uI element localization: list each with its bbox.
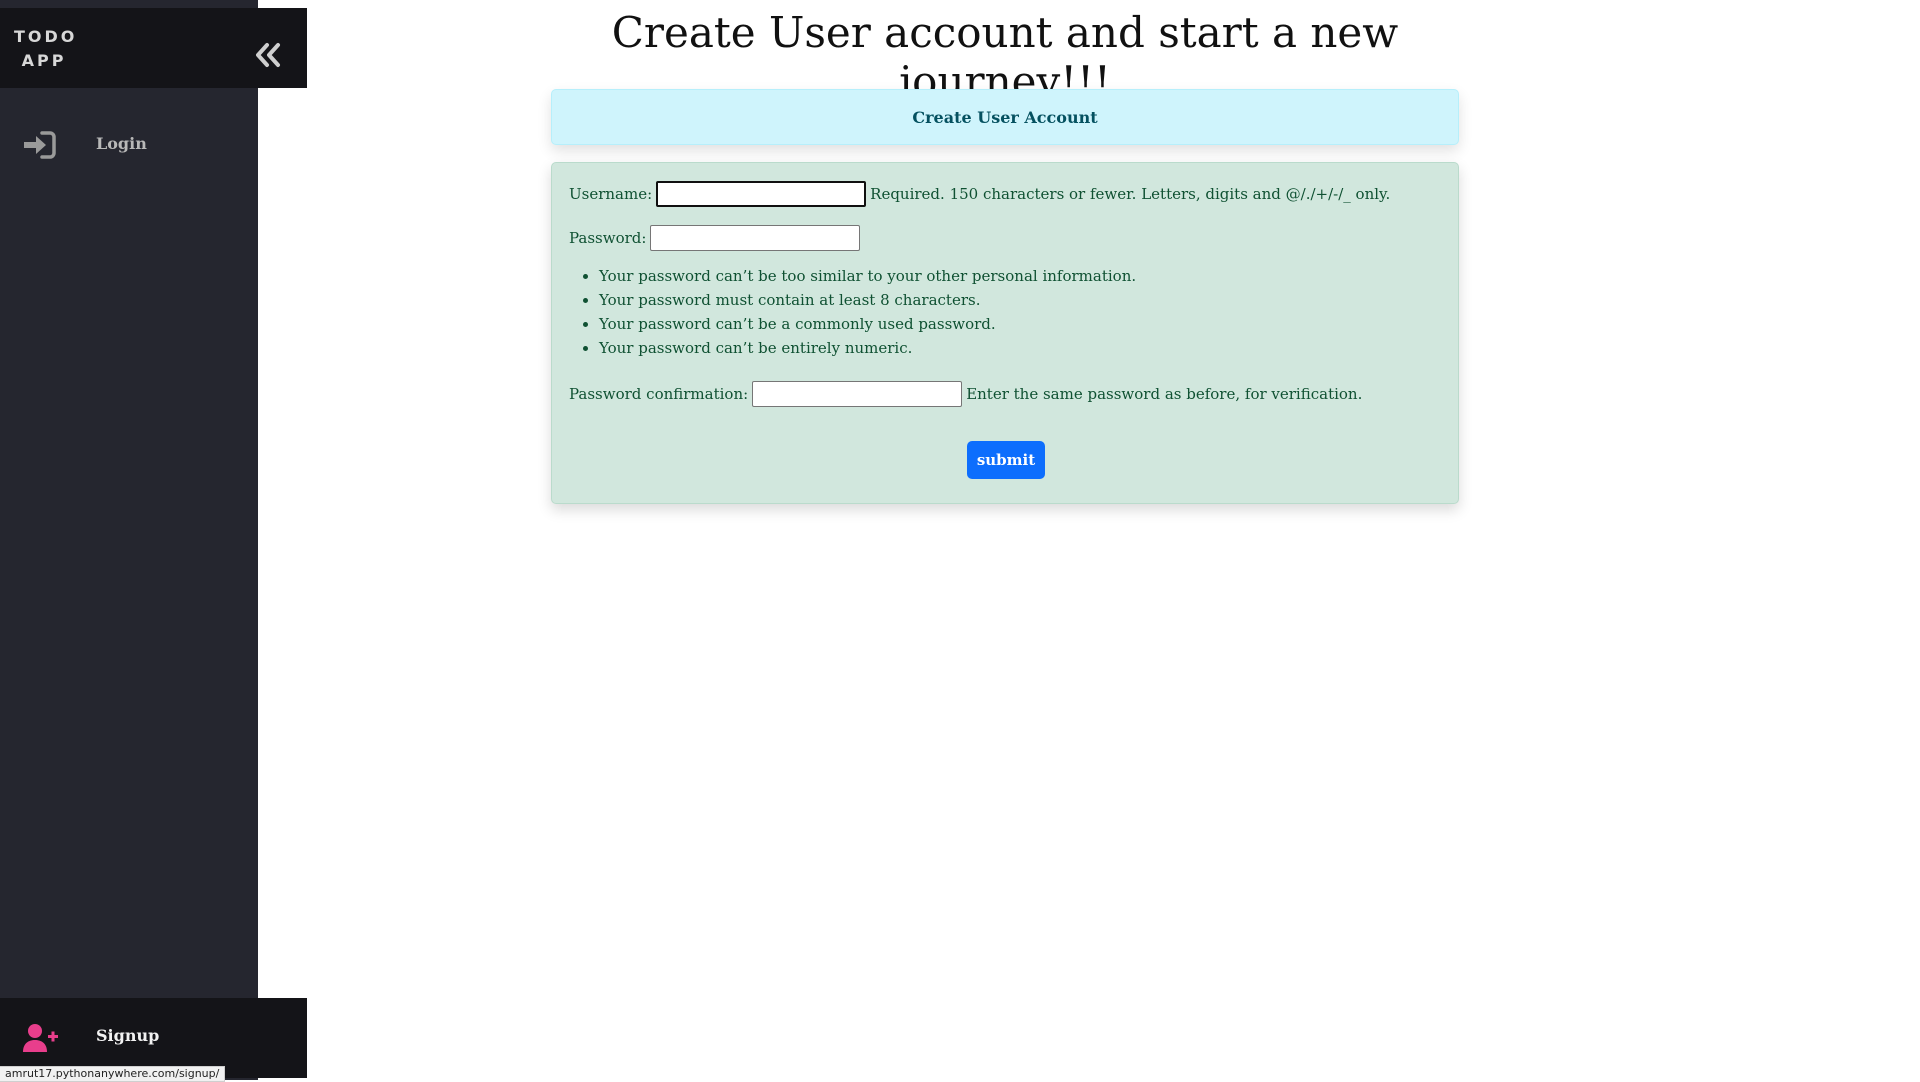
username-row: Username: Required. 150 characters or fe… [569, 181, 1390, 207]
password-confirmation-label: Password confirmation: [569, 385, 749, 403]
signup-form: Username: Required. 150 characters or fe… [551, 162, 1459, 504]
card-header: Create User Account [551, 89, 1459, 145]
username-help-text: Required. 150 characters or fewer. Lette… [870, 185, 1391, 203]
password-confirmation-help-text: Enter the same password as before, for v… [966, 385, 1363, 403]
submit-button[interactable]: submit [967, 441, 1045, 479]
double-chevron-left-icon [256, 43, 280, 67]
password-input[interactable] [650, 225, 861, 251]
app-logo-text: TODO APP [14, 27, 78, 70]
sidebar-item-label: Login [96, 134, 147, 153]
list-item: Your password can’t be too similar to yo… [599, 264, 1136, 288]
password-row: Password: [569, 225, 861, 251]
sidebar-item-login[interactable]: Login [0, 120, 258, 170]
list-item: Your password must contain at least 8 ch… [599, 288, 1136, 312]
password-label: Password: [569, 229, 647, 247]
password-confirmation-input[interactable] [752, 381, 963, 407]
password-rules-list: Your password can’t be too similar to yo… [567, 264, 1136, 360]
list-item: Your password can’t be a commonly used p… [599, 312, 1136, 336]
list-item: Your password can’t be entirely numeric. [599, 336, 1136, 360]
user-plus-icon [23, 1024, 58, 1052]
username-input[interactable] [656, 181, 867, 207]
card-title: Create User Account [912, 107, 1098, 127]
sidebar-item-label: Signup [96, 1026, 160, 1045]
username-label: Username: [569, 185, 653, 203]
sign-in-icon [24, 131, 56, 159]
sidebar: TODO APP Login [0, 0, 307, 1080]
brand-header: TODO APP [0, 8, 307, 88]
password-confirmation-row: Password confirmation: Enter the same pa… [569, 381, 1362, 407]
sidebar-collapse-button[interactable] [249, 36, 287, 74]
